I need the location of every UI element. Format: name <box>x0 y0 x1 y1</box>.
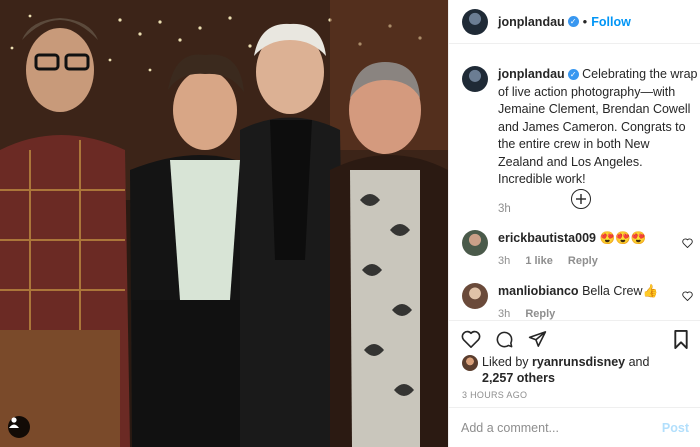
caption-verified-badge-icon: ✓ <box>567 69 579 81</box>
commenter-username[interactable]: erickbautista009 <box>498 231 596 245</box>
post-header: jonplandau ✓ • Follow <box>449 0 700 44</box>
commenter-avatar[interactable] <box>462 230 488 256</box>
author-username[interactable]: jonplandau <box>498 15 565 29</box>
caption-body: Celebrating the wrap of live action phot… <box>498 67 698 186</box>
caption-username[interactable]: jonplandau <box>498 67 565 81</box>
post-side-panel: jonplandau ✓ • Follow jonplandau ✓ Celebr… <box>448 0 700 447</box>
add-more-icon[interactable] <box>571 189 591 209</box>
comment-meta: 3h 1 like Reply <box>498 253 678 270</box>
add-comment-input[interactable]: Add a comment... <box>461 421 559 435</box>
comment-like-heart-icon[interactable] <box>682 236 693 251</box>
bookmark-icon[interactable] <box>673 330 689 352</box>
post-timestamp[interactable]: 3 HOURS AGO <box>462 390 527 400</box>
comment-item: manliobianco Bella Crew👍 3h Reply <box>462 283 700 323</box>
comment-item: erickbautista009 😍😍😍 3h 1 like Reply <box>462 230 700 270</box>
caption-avatar[interactable] <box>462 66 488 92</box>
comment-text: Bella Crew👍 <box>582 284 659 298</box>
likes-summary: Liked by ryanrunsdisney and 2,257 others <box>462 354 649 386</box>
separator-dot: • <box>582 14 588 29</box>
reply-button[interactable]: Reply <box>525 308 555 320</box>
likes-others-count[interactable]: 2,257 others <box>482 371 555 385</box>
comment-time[interactable]: 3h <box>498 308 510 320</box>
post-comment-button[interactable]: Post <box>662 421 689 435</box>
share-icon[interactable] <box>528 330 547 352</box>
post-photo[interactable] <box>0 0 448 447</box>
follow-button[interactable]: Follow <box>591 15 631 29</box>
heart-icon[interactable] <box>461 330 481 352</box>
author-avatar[interactable] <box>462 8 488 35</box>
commenter-username[interactable]: manliobianco <box>498 284 579 298</box>
verified-badge-icon: ✓ <box>567 16 579 27</box>
comment-time[interactable]: 3h <box>498 255 510 267</box>
comment-icon[interactable] <box>495 330 514 352</box>
add-comment-bar: Add a comment... Post <box>449 407 700 447</box>
liker-username[interactable]: ryanrunsdisney <box>532 355 625 369</box>
likes-prefix: Liked by <box>482 355 533 369</box>
caption-time[interactable]: 3h <box>498 201 698 219</box>
group-photo-illustration <box>0 0 448 447</box>
liker-avatar[interactable] <box>462 355 478 371</box>
commenter-avatar[interactable] <box>462 283 488 309</box>
comment-like-count[interactable]: 1 like <box>525 255 553 267</box>
post-actions-section: Liked by ryanrunsdisney and 2,257 others… <box>449 320 700 447</box>
caption-text-block: jonplandau ✓ Celebrating the wrap of live… <box>498 66 698 218</box>
action-icons <box>461 330 547 352</box>
comment-text: 😍😍😍 <box>599 231 647 245</box>
comment-body: manliobianco Bella Crew👍 3h Reply <box>498 283 678 323</box>
user-tag-icon[interactable] <box>8 416 30 438</box>
likes-joiner: and <box>625 355 650 369</box>
comment-body: erickbautista009 😍😍😍 3h 1 like Reply <box>498 230 678 270</box>
reply-button[interactable]: Reply <box>568 255 598 267</box>
comment-like-heart-icon[interactable] <box>682 289 693 304</box>
